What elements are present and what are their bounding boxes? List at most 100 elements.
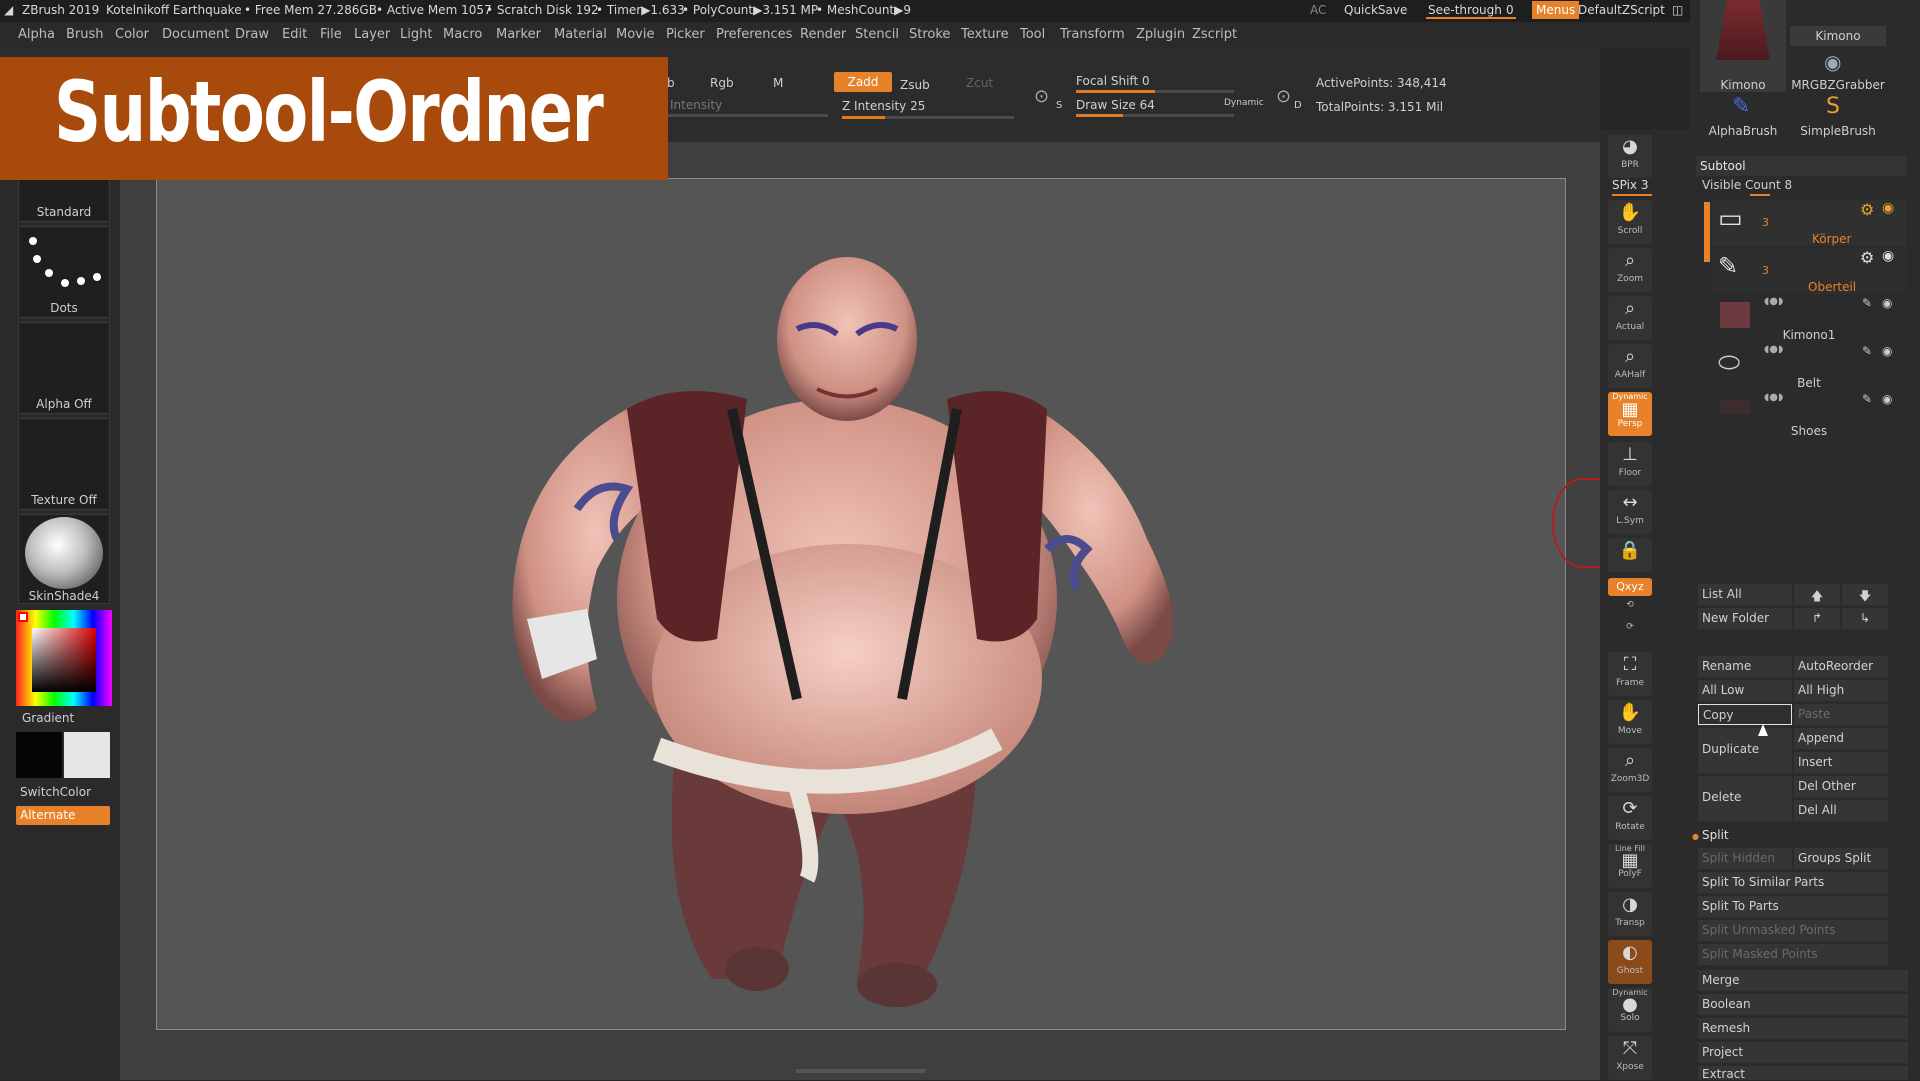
dynamic-toggle[interactable]: Dynamic [1224, 98, 1264, 108]
split-similar-parts-button[interactable]: Split To Similar Parts [1698, 872, 1888, 893]
list-all-button[interactable]: List All [1698, 584, 1792, 605]
brush-icon[interactable]: ✎ [1862, 344, 1872, 358]
rotate-button[interactable]: ⟳ Rotate [1608, 796, 1652, 840]
menu-picker[interactable]: Picker [666, 27, 705, 42]
split-unmasked-button[interactable]: Split Unmasked Points [1698, 920, 1888, 941]
copy-button[interactable]: Copy [1698, 704, 1792, 725]
gradient-label[interactable]: Gradient [22, 711, 74, 725]
lazymouse-d-icon[interactable]: ⊙ [1276, 86, 1291, 107]
split-header[interactable]: Split [1702, 828, 1729, 842]
scroll-button[interactable]: ✋ Scroll [1608, 200, 1652, 244]
menu-material[interactable]: Material [554, 27, 607, 42]
rename-button[interactable]: Rename [1698, 656, 1792, 677]
menu-layer[interactable]: Layer [354, 27, 390, 42]
menu-file[interactable]: File [320, 27, 342, 42]
boolean-section[interactable]: Boolean [1698, 994, 1908, 1015]
menu-render[interactable]: Render [800, 27, 846, 42]
solo-button[interactable]: Dynamic ● Solo [1608, 988, 1652, 1032]
menu-edit[interactable]: Edit [282, 27, 307, 42]
lock-button[interactable]: 🔒 [1608, 538, 1652, 572]
color-picker[interactable] [16, 610, 112, 706]
mrgbzgrabber-tool[interactable]: ◉ MRGBZGrabber [1790, 48, 1886, 92]
secondary-color-swatch[interactable] [64, 732, 110, 778]
split-hidden-button[interactable]: Split Hidden [1698, 848, 1792, 869]
zscript-name[interactable]: DefaultZScript [1578, 3, 1665, 17]
bpr-button[interactable]: ◕ BPR [1608, 134, 1652, 178]
b-toggle[interactable]: b [667, 76, 675, 90]
del-all-button[interactable]: Del All [1794, 800, 1888, 821]
delete-button[interactable]: Delete [1698, 776, 1792, 821]
list-item[interactable]: ⬭ ◖●◗ ✎ ◉ Belt [1712, 344, 1906, 390]
menu-brush[interactable]: Brush [66, 27, 104, 42]
arrow-right-down-icon[interactable]: ↳ [1842, 608, 1888, 629]
rotate-y-icon[interactable]: ⟲ [1608, 600, 1652, 620]
new-folder-button[interactable]: New Folder [1698, 608, 1792, 629]
simplebrush-tool[interactable]: S SimpleBrush [1790, 94, 1886, 140]
menu-draw[interactable]: Draw [235, 27, 269, 42]
extract-section[interactable]: Extract [1698, 1066, 1908, 1081]
menu-stroke[interactable]: Stroke [909, 27, 950, 42]
all-low-button[interactable]: All Low [1698, 680, 1792, 701]
polyf-button[interactable]: Line Fill ▦ PolyF [1608, 844, 1652, 888]
split-masked-button[interactable]: Split Masked Points [1698, 944, 1888, 965]
merge-section[interactable]: Merge [1698, 970, 1908, 991]
paste-button[interactable]: Paste [1794, 704, 1888, 725]
arrow-right-up-icon[interactable]: ↱ [1794, 608, 1840, 629]
folder-gear-icon[interactable]: ⚙ [1860, 200, 1874, 219]
insert-button[interactable]: Insert [1794, 752, 1888, 773]
draw-size-slider[interactable] [1076, 114, 1234, 117]
seethrough-track[interactable] [1426, 17, 1516, 19]
layout-icon[interactable]: ◫ [1672, 3, 1683, 17]
lsym-button[interactable]: ↔ L.Sym [1608, 490, 1652, 534]
menu-document[interactable]: Document [162, 27, 229, 42]
move-button[interactable]: ✋ Move [1608, 700, 1652, 744]
transp-button[interactable]: ◑ Transp [1608, 892, 1652, 936]
stroke-tile[interactable]: Dots [18, 226, 110, 318]
texture-tile[interactable]: Texture Off [18, 418, 110, 510]
spix-slider[interactable]: SPix 3 [1612, 178, 1648, 192]
canvas-scroll-handle[interactable] [796, 1069, 926, 1073]
brush-icon[interactable]: ✎ [1862, 392, 1872, 406]
material-tile[interactable]: SkinShade4 [18, 514, 110, 604]
menus-toggle[interactable]: Menus [1532, 1, 1580, 19]
subtool-toggle-icon[interactable]: ◖●◗ [1764, 392, 1783, 403]
spix-track[interactable] [1612, 194, 1652, 196]
folder-visibility-icon[interactable]: ◉ [1882, 248, 1894, 264]
current-tool-name[interactable]: Kimono [1790, 26, 1886, 46]
eye-icon[interactable]: ◉ [1882, 296, 1892, 310]
folder-gear-icon[interactable]: ⚙ [1860, 248, 1874, 267]
zoom3d-button[interactable]: ⌕ Zoom3D [1608, 748, 1652, 792]
actual-button[interactable]: ⌕ Actual [1608, 296, 1652, 340]
frame-button[interactable]: ⛶ Frame [1608, 652, 1652, 696]
xyz-button[interactable]: Qxyz [1608, 578, 1652, 596]
ac-label[interactable]: AC [1310, 3, 1326, 17]
zadd-button[interactable]: Zadd [834, 72, 892, 92]
menu-tool[interactable]: Tool [1020, 27, 1045, 42]
visible-count[interactable]: Visible Count 8 [1702, 178, 1792, 192]
all-high-button[interactable]: All High [1794, 680, 1888, 701]
menu-light[interactable]: Light [400, 27, 432, 42]
aahalf-button[interactable]: ⌕ AAHalf [1608, 344, 1652, 388]
split-to-parts-button[interactable]: Split To Parts [1698, 896, 1888, 917]
m-toggle[interactable]: M [773, 76, 783, 90]
menu-macro[interactable]: Macro [443, 27, 482, 42]
remesh-section[interactable]: Remesh [1698, 1018, 1908, 1039]
rotate-z-icon[interactable]: ⟳ [1608, 622, 1652, 642]
eye-icon[interactable]: ◉ [1882, 344, 1892, 358]
move-down-icon[interactable]: 🡇 [1842, 584, 1888, 605]
visible-count-slider[interactable] [1750, 194, 1770, 196]
color-saturation-box[interactable] [32, 628, 96, 692]
quicksave-button[interactable]: QuickSave [1344, 3, 1407, 17]
zoom-button[interactable]: ⌕ Zoom [1608, 248, 1652, 292]
zsub-button[interactable]: Zsub [900, 78, 930, 92]
document-canvas[interactable] [156, 178, 1566, 1030]
project-section[interactable]: Project [1698, 1042, 1908, 1063]
menu-movie[interactable]: Movie [616, 27, 654, 42]
del-other-button[interactable]: Del Other [1794, 776, 1888, 797]
persp-button[interactable]: Dynamic ▦ Persp [1608, 392, 1652, 436]
menu-preferences[interactable]: Preferences [716, 27, 792, 42]
eye-icon[interactable]: ◉ [1882, 392, 1892, 406]
seethrough-slider[interactable]: See-through [1428, 3, 1502, 17]
focal-shift-slider[interactable] [1076, 90, 1234, 93]
switchcolor-button[interactable]: SwitchColor [20, 785, 91, 799]
